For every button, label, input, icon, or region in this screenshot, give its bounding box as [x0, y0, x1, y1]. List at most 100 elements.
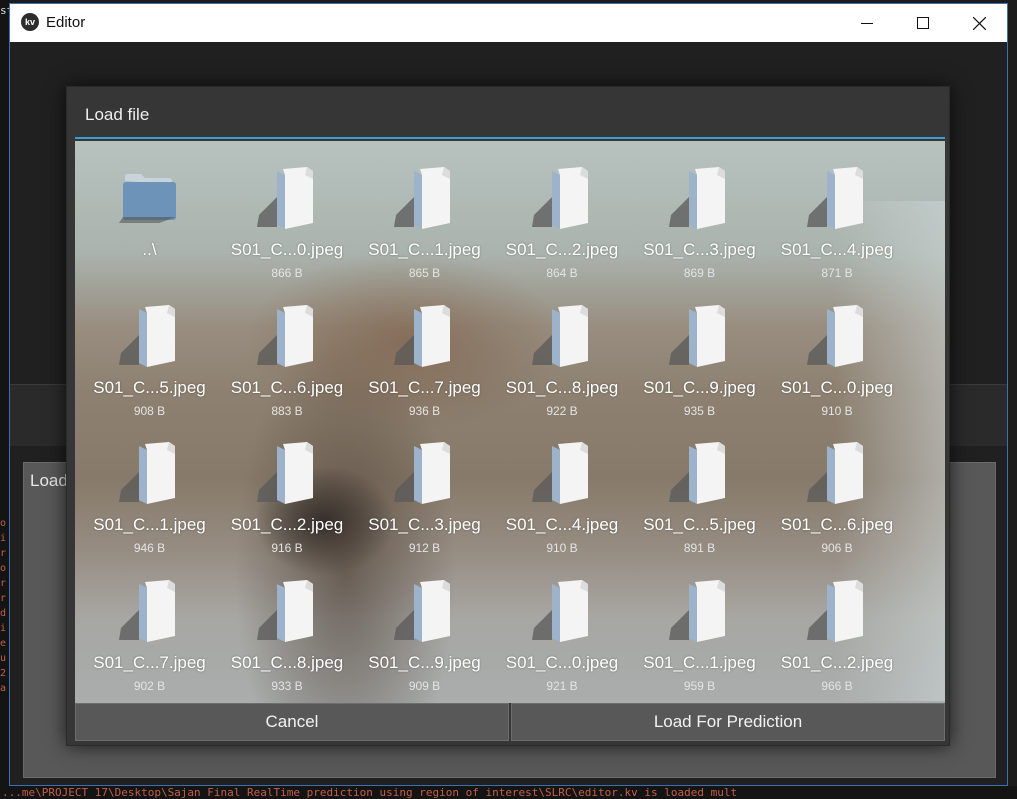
file-entry[interactable]: S01_C...6.jpeg 883 B: [219, 283, 356, 419]
file-entry[interactable]: S01_C...1.jpeg 959 B: [631, 558, 768, 694]
file-name: S01_C...8.jpeg: [505, 377, 619, 397]
file-entry[interactable]: S01_C...9.jpeg 935 B: [631, 283, 768, 419]
file-entry[interactable]: S01_C...0.jpeg 921 B: [494, 558, 631, 694]
file-size: 871 B: [821, 266, 853, 280]
kivy-logo-icon: kv: [21, 13, 39, 31]
file-entry[interactable]: S01_C...3.jpeg 912 B: [356, 420, 493, 556]
file-entry[interactable]: S01_C...8.jpeg 922 B: [494, 283, 631, 419]
popup-button-row: Cancel Load For Prediction: [75, 703, 945, 741]
file-name: S01_C...3.jpeg: [643, 240, 756, 259]
popup-title-separator: [75, 137, 945, 139]
file-size: 902 B: [133, 678, 166, 693]
file-size: 865 B: [408, 266, 441, 280]
file-size: 966 B: [821, 678, 853, 693]
file-name: S01_C...0.jpeg: [780, 377, 894, 397]
file-entry[interactable]: S01_C...5.jpeg 908 B: [81, 283, 218, 419]
maximize-icon: [917, 17, 929, 29]
cancel-button[interactable]: Cancel: [75, 703, 509, 741]
file-size: 910 B: [821, 403, 853, 418]
file-name: S01_C...0.jpeg: [505, 652, 619, 672]
file-size: 906 B: [821, 541, 853, 555]
maximize-button[interactable]: [895, 4, 951, 42]
file-entry[interactable]: S01_C...8.jpeg 933 B: [219, 558, 356, 694]
file-size: 864 B: [546, 266, 578, 280]
file-name: S01_C...8.jpeg: [230, 652, 344, 672]
parent-folder-entry[interactable]: ..\: [81, 145, 218, 281]
file-icon: [119, 579, 181, 646]
file-icon: [394, 167, 456, 233]
file-entry[interactable]: S01_C...2.jpeg 864 B: [494, 145, 631, 281]
window-title: Editor: [46, 14, 86, 31]
file-name: S01_C...3.jpeg: [368, 515, 481, 534]
file-name: S01_C...0.jpeg: [230, 240, 344, 259]
file-size: 936 B: [408, 403, 441, 418]
file-size: 891 B: [683, 541, 716, 555]
file-size: 935 B: [683, 403, 716, 418]
file-name: S01_C...2.jpeg: [230, 515, 344, 534]
file-entry[interactable]: S01_C...4.jpeg 910 B: [494, 420, 631, 556]
file-icon: [119, 442, 181, 508]
file-entry[interactable]: S01_C...9.jpeg 909 B: [356, 558, 493, 694]
file-name: S01_C...1.jpeg: [368, 240, 481, 259]
file-entry[interactable]: S01_C...6.jpeg 906 B: [769, 420, 906, 556]
file-entry[interactable]: S01_C...0.jpeg 910 B: [769, 283, 906, 419]
file-entry[interactable]: S01_C...7.jpeg 936 B: [356, 283, 493, 419]
file-icon: [806, 442, 869, 508]
file-icon: [256, 579, 319, 646]
file-name: S01_C...9.jpeg: [368, 652, 481, 672]
file-icon: [531, 442, 594, 508]
file-icon: [669, 442, 731, 508]
file-name: S01_C...7.jpeg: [368, 377, 481, 397]
minimize-icon: [861, 23, 873, 24]
close-icon: [972, 16, 986, 30]
file-entry[interactable]: S01_C...2.jpeg 966 B: [769, 558, 906, 694]
file-size: 921 B: [546, 678, 578, 693]
file-name: S01_C...4.jpeg: [505, 515, 619, 534]
file-size: 946 B: [133, 541, 166, 555]
minimize-button[interactable]: [839, 4, 895, 42]
file-size: 883 B: [271, 403, 303, 418]
file-name: S01_C...9.jpeg: [643, 377, 756, 397]
file-name: S01_C...6.jpeg: [780, 515, 894, 534]
file-name: S01_C...5.jpeg: [93, 377, 206, 397]
file-entry[interactable]: S01_C...4.jpeg 871 B: [769, 145, 906, 281]
file-size: 922 B: [546, 403, 578, 418]
file-size: 912 B: [408, 541, 441, 555]
file-chooser-icon-view[interactable]: ..\ S01_C...0.jpeg 866 B S01_C...1.jpeg 865 …: [75, 141, 945, 703]
load-file-popup: Load file ..\ S01_C...0.jpeg 866 B S01_C...…: [66, 86, 950, 746]
file-icon: [394, 442, 456, 508]
load-for-prediction-button[interactable]: Load For Prediction: [511, 703, 945, 741]
file-icon: [256, 442, 319, 508]
file-size: 869 B: [683, 266, 716, 280]
file-icon: [806, 167, 869, 233]
file-entry[interactable]: S01_C...1.jpeg 946 B: [81, 420, 218, 556]
file-entry[interactable]: S01_C...5.jpeg 891 B: [631, 420, 768, 556]
file-name: S01_C...1.jpeg: [93, 515, 206, 534]
file-entry[interactable]: S01_C...1.jpeg 865 B: [356, 145, 493, 281]
file-icon: [256, 304, 319, 371]
file-icon: [669, 579, 731, 646]
close-button[interactable]: [951, 4, 1007, 42]
file-size: 933 B: [271, 678, 303, 693]
file-name: S01_C...2.jpeg: [505, 240, 619, 259]
file-entry[interactable]: S01_C...7.jpeg 902 B: [81, 558, 218, 694]
file-name: S01_C...4.jpeg: [780, 240, 894, 259]
file-size: 910 B: [546, 541, 578, 555]
file-entry[interactable]: S01_C...2.jpeg 916 B: [219, 420, 356, 556]
file-icon: [531, 304, 594, 371]
folder-icon: [119, 167, 181, 233]
file-icon: [806, 579, 869, 646]
file-icon: [394, 579, 456, 646]
file-grid: ..\ S01_C...0.jpeg 866 B S01_C...1.jpeg 865 …: [75, 141, 945, 703]
title-bar[interactable]: kv Editor: [10, 4, 1007, 42]
file-entry[interactable]: S01_C...0.jpeg 866 B: [219, 145, 356, 281]
file-icon: [669, 304, 731, 371]
popup-title: Load file: [85, 105, 150, 124]
file-size: 866 B: [271, 266, 303, 280]
file-entry[interactable]: S01_C...3.jpeg 869 B: [631, 145, 768, 281]
file-size: 959 B: [683, 678, 716, 693]
file-icon: [394, 304, 456, 371]
file-name: S01_C...2.jpeg: [780, 652, 894, 672]
file-icon: [256, 167, 319, 233]
file-size: 909 B: [408, 678, 441, 693]
